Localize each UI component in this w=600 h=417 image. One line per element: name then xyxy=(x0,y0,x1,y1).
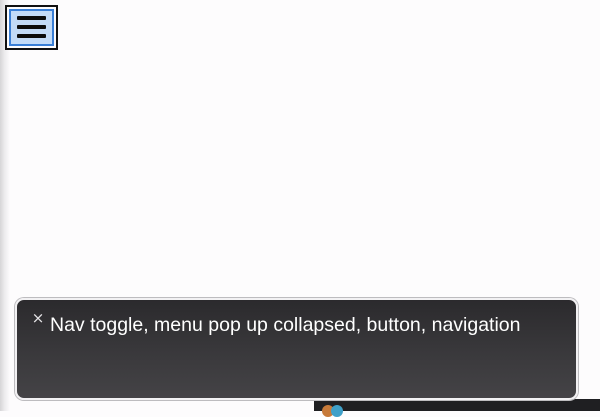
hamburger-bar xyxy=(17,16,46,20)
hamburger-bar xyxy=(17,25,46,29)
hamburger-menu-icon xyxy=(17,16,46,39)
voiceover-caption-text: Nav toggle, menu pop up collapsed, butto… xyxy=(50,314,521,336)
hamburger-bar xyxy=(17,34,46,38)
app-icon-shape xyxy=(331,405,343,417)
close-icon[interactable]: × xyxy=(31,311,45,326)
dock-strip xyxy=(314,399,600,411)
app-icon[interactable] xyxy=(322,403,344,417)
window-edge-shadow xyxy=(0,0,10,411)
voiceover-caption-panel: × Nav toggle, menu pop up collapsed, but… xyxy=(15,298,578,400)
nav-toggle-button[interactable] xyxy=(5,5,58,50)
